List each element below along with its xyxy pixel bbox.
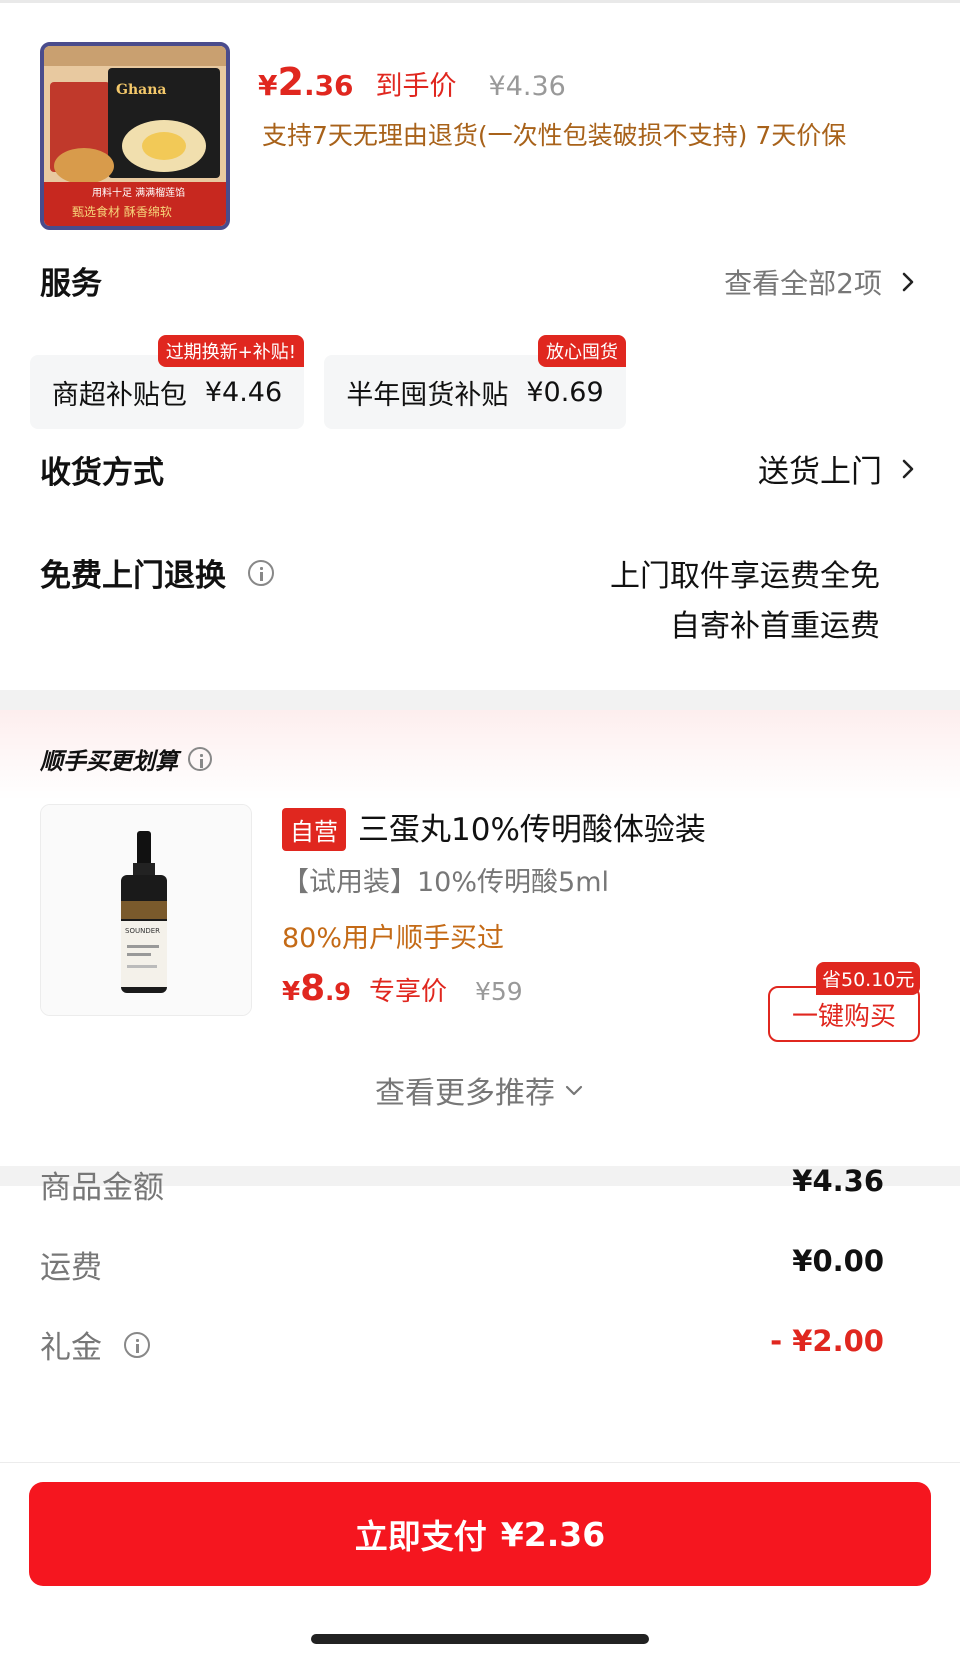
shipping-value: ¥0.00 [792, 1244, 884, 1278]
price-currency: ¥ [258, 69, 278, 102]
shipping-label: 运费 [40, 1242, 102, 1287]
gift-money-label: 礼金 [40, 1322, 150, 1367]
pay-now-label: 立即支付 [354, 1517, 487, 1556]
original-price: ¥4.36 [488, 71, 566, 102]
service-chip-subsidy-pack[interactable]: 商超补贴包 ¥4.46 过期换新+补贴! [30, 335, 304, 429]
service-chip-stock-subsidy[interactable]: 半年囤货补贴 ¥0.69 放心囤货 [324, 335, 626, 429]
bottle-label-text: SOUNDER [125, 927, 160, 935]
recommended-product-subtitle: 【试用装】10%传明酸5ml [282, 867, 609, 898]
goods-amount-value: ¥4.36 [792, 1164, 884, 1198]
product-thumb-slogan: 用料十足 满满榴莲馅 [92, 186, 185, 199]
return-desc-line1: 上门取件享运费全免 [610, 559, 880, 594]
product-thumb-brand: Ghana [116, 82, 166, 98]
self-operated-badge: 自营 [282, 808, 346, 851]
gift-money-text: 礼金 [40, 1330, 102, 1366]
return-desc-line2: 自寄补首重运费 [670, 609, 880, 644]
price-decimal: .36 [303, 69, 354, 102]
product-image[interactable]: Ghana 用料十足 满满榴莲馅 甄选食材 酥香绵软 [40, 42, 230, 230]
recommendation-card: 顺手买更划算 SOUNDER 自营 三蛋丸10%传明酸体验装 【试用装】10%传… [0, 710, 960, 1166]
chip-label: 半年囤货补贴 [346, 379, 509, 411]
service-title: 服务 [40, 266, 102, 302]
recommended-price-row: ¥ 8 .9 专享价 ¥59 [282, 968, 523, 1009]
service-view-all[interactable]: 查看全部2项 [724, 262, 920, 302]
cost-summary: 商品金额 ¥4.36 运费 ¥0.00 礼金 - ¥2.00 立即支付 ¥2.3… [0, 1164, 960, 1655]
price-decimal: .9 [325, 978, 351, 1006]
final-price-tag: 到手价 [375, 71, 457, 102]
savings-badge: 省50.10元 [816, 962, 921, 995]
home-indicator[interactable] [311, 1634, 649, 1644]
return-policy-text: 支持7天无理由退货(一次性包装破损不支持) 7天价保 [262, 121, 847, 150]
chevron-right-icon [902, 272, 914, 292]
info-icon[interactable] [188, 747, 212, 771]
original-price: ¥59 [475, 977, 523, 1006]
gift-money-value: - ¥2.00 [770, 1324, 884, 1358]
product-price-row: ¥ 2 .36 到手价 ¥4.36 [258, 60, 566, 112]
recommended-buyers-stat: 80%用户顺手买过 [282, 923, 505, 954]
product-thumb-slogan2: 甄选食材 酥香绵软 [72, 204, 172, 219]
goods-amount-label: 商品金额 [40, 1162, 164, 1207]
delivery-title: 收货方式 [40, 455, 164, 491]
chip-badge: 过期换新+补贴! [157, 335, 304, 367]
free-return-desc: 上门取件享运费全免 自寄补首重运费 [610, 552, 880, 652]
delivery-value: 送货上门 [758, 454, 882, 490]
more-recommendations-label: 查看更多推荐 [375, 1076, 555, 1111]
service-view-all-label: 查看全部2项 [724, 267, 882, 300]
top-divider [0, 0, 960, 3]
recommended-product-name[interactable]: 三蛋丸10%传明酸体验装 [358, 804, 706, 849]
free-return-row: 免费上门退换 [40, 550, 274, 595]
order-card: Ghana 用料十足 满满榴莲馅 甄选食材 酥香绵软 ¥ 2 .36 到手价 ¥… [0, 0, 960, 690]
shipping-text: 运费 [40, 1250, 102, 1286]
chip-price: ¥0.69 [526, 376, 604, 408]
recommendation-title-text: 顺手买更划算 [40, 749, 178, 775]
price-integer: 2 [277, 60, 304, 104]
free-return-title: 免费上门退换 [40, 558, 226, 594]
chip-price: ¥4.46 [204, 376, 283, 408]
info-icon[interactable] [124, 1331, 150, 1358]
divider [0, 1462, 960, 1463]
pay-now-amount: ¥2.36 [500, 1514, 606, 1554]
exclusive-price-tag: 专享价 [368, 977, 447, 1007]
chip-badge: 放心囤货 [538, 335, 626, 367]
chip-label: 商超补贴包 [51, 379, 187, 411]
recommendation-title: 顺手买更划算 [40, 742, 212, 776]
more-recommendations-link[interactable]: 查看更多推荐 [0, 1068, 960, 1112]
pay-now-button[interactable]: 立即支付 ¥2.36 [29, 1482, 931, 1586]
chevron-down-icon [565, 1085, 583, 1096]
delivery-selector[interactable]: 送货上门 [758, 446, 920, 491]
price-integer: 8 [300, 968, 326, 1009]
info-icon[interactable] [248, 559, 274, 586]
recommended-product-image[interactable]: SOUNDER [40, 804, 252, 1016]
price-currency: ¥ [282, 977, 301, 1007]
goods-amount-text: 商品金额 [40, 1170, 164, 1206]
chevron-right-icon [902, 459, 914, 478]
